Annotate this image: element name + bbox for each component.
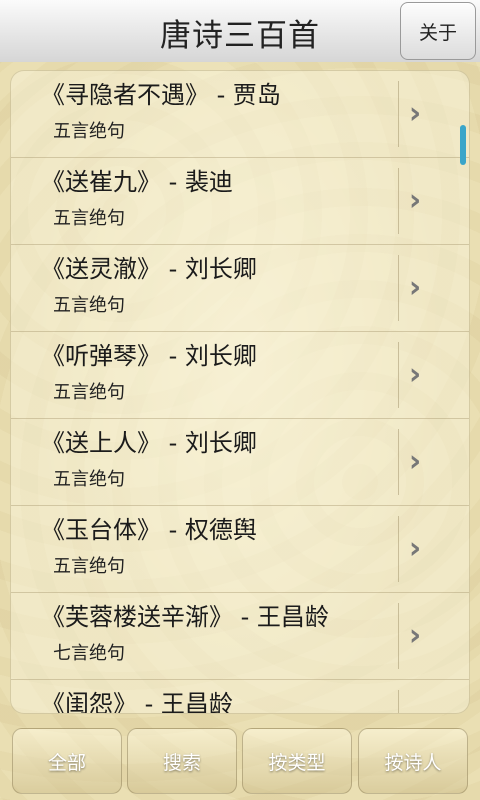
poem-title: 《闺怨》 - 王昌龄 bbox=[41, 690, 233, 714]
chevron-right-icon[interactable]: › bbox=[395, 528, 435, 568]
poem-type: 五言绝句 bbox=[53, 382, 125, 403]
poem-type: 七言绝句 bbox=[53, 643, 125, 664]
poem-title: 《寻隐者不遇》 - 贾岛 bbox=[41, 81, 281, 109]
poem-title: 《芙蓉楼送辛渐》 - 王昌龄 bbox=[41, 603, 329, 631]
tab-by-poet[interactable]: 按诗人 bbox=[358, 728, 468, 794]
tab-by-type[interactable]: 按类型 bbox=[242, 728, 352, 794]
chevron-right-icon[interactable]: › bbox=[395, 354, 435, 394]
poem-type: 五言绝句 bbox=[53, 295, 125, 316]
chevron-right-icon[interactable]: › bbox=[395, 93, 435, 133]
title-bar: 唐诗三百首 关于 bbox=[0, 0, 480, 63]
poem-type: 五言绝句 bbox=[53, 556, 125, 577]
poem-title: 《送崔九》 - 裴迪 bbox=[41, 168, 233, 196]
list-item[interactable]: 《寻隐者不遇》 - 贾岛 五言绝句 › bbox=[11, 71, 469, 158]
chevron-right-icon[interactable]: › bbox=[395, 441, 435, 481]
tab-all[interactable]: 全部 bbox=[12, 728, 122, 794]
list-item[interactable]: 《送崔九》 - 裴迪 五言绝句 › bbox=[11, 158, 469, 245]
list-item[interactable]: 《听弹琴》 - 刘长卿 五言绝句 › bbox=[11, 332, 469, 419]
about-button[interactable]: 关于 bbox=[400, 2, 476, 60]
chevron-right-icon[interactable]: › bbox=[395, 615, 435, 655]
poem-title: 《玉台体》 - 权德舆 bbox=[41, 516, 257, 544]
chevron-right-icon[interactable]: › bbox=[395, 180, 435, 220]
poem-title: 《听弹琴》 - 刘长卿 bbox=[41, 342, 257, 370]
list-item[interactable]: 《送灵澈》 - 刘长卿 五言绝句 › bbox=[11, 245, 469, 332]
poem-title: 《送上人》 - 刘长卿 bbox=[41, 429, 257, 457]
chevron-right-icon[interactable]: › bbox=[395, 702, 435, 714]
poem-title: 《送灵澈》 - 刘长卿 bbox=[41, 255, 257, 283]
poem-type: 五言绝句 bbox=[53, 469, 125, 490]
chevron-right-icon[interactable]: › bbox=[395, 267, 435, 307]
scroll-indicator[interactable] bbox=[460, 125, 466, 165]
poem-type: 五言绝句 bbox=[53, 121, 125, 142]
tab-search[interactable]: 搜索 bbox=[127, 728, 237, 794]
list-item[interactable]: 《闺怨》 - 王昌龄 › bbox=[11, 680, 469, 714]
poem-type: 五言绝句 bbox=[53, 208, 125, 229]
poem-list[interactable]: 《寻隐者不遇》 - 贾岛 五言绝句 › 《送崔九》 - 裴迪 五言绝句 › 《送… bbox=[10, 70, 470, 714]
list-item[interactable]: 《送上人》 - 刘长卿 五言绝句 › bbox=[11, 419, 469, 506]
list-item[interactable]: 《玉台体》 - 权德舆 五言绝句 › bbox=[11, 506, 469, 593]
bottom-tab-bar: 全部 搜索 按类型 按诗人 bbox=[0, 722, 480, 800]
list-item[interactable]: 《芙蓉楼送辛渐》 - 王昌龄 七言绝句 › bbox=[11, 593, 469, 680]
